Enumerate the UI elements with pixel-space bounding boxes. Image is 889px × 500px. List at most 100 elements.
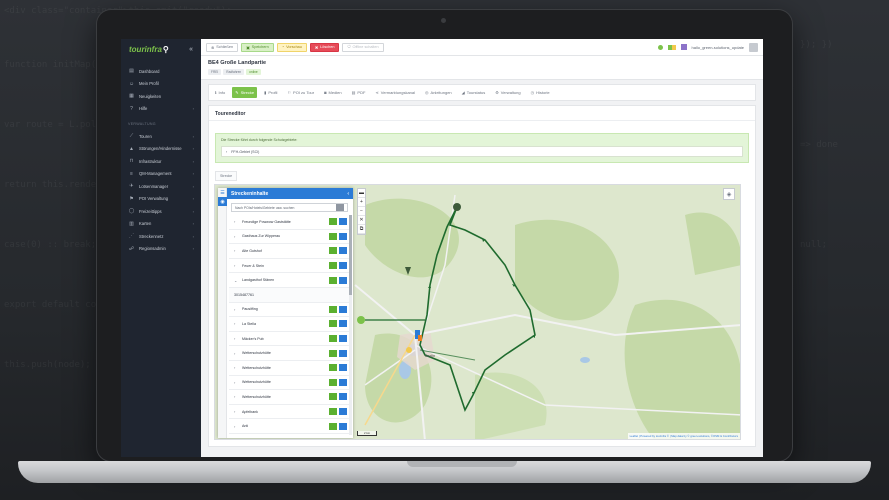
sidebar-item-regionsadmin[interactable]: ☍ Regionsadmin › (121, 243, 201, 256)
app-logo[interactable]: tourinfra ⚲ « (121, 39, 201, 59)
list-item[interactable]: › Wetterschutzhütte (229, 346, 349, 361)
edit-icon[interactable] (329, 320, 337, 328)
tab-profil[interactable]: ▮ Profil (261, 87, 280, 98)
sidebar-item-qm-management[interactable]: ≡ QM-Management › (121, 168, 201, 181)
tab-medien[interactable]: ◙ Medien (321, 87, 345, 98)
chevron-right-icon[interactable]: › (234, 424, 242, 429)
tab-vermarktungskanal[interactable]: ⋖ Vermarktungskanal (372, 87, 418, 98)
collapse-panel-icon[interactable]: ‹ (347, 191, 349, 197)
chevron-right-icon[interactable]: › (234, 380, 242, 385)
sidebar-item-dashboard[interactable]: ▤ Dashboard (121, 65, 201, 78)
chevron-right-icon[interactable]: › (234, 365, 242, 370)
view-icon[interactable] (339, 232, 347, 240)
vorschau-button[interactable]: ◔ Vorschau (276, 42, 307, 52)
view-icon[interactable] (339, 422, 347, 430)
poi-sub-item[interactable]: 3015487761 (229, 287, 349, 303)
tab-tourstatus[interactable]: ◢ Tourstatus (459, 87, 489, 98)
view-icon[interactable] (339, 276, 347, 284)
tab-pdf[interactable]: ▤ PDF (349, 87, 369, 98)
notification-icon[interactable] (657, 44, 663, 50)
view-icon[interactable] (339, 247, 347, 255)
poi-search-input[interactable]: Nach POIs/Hotels/Gebiete usw. suchen (231, 203, 348, 212)
edit-icon[interactable] (329, 305, 337, 313)
cross-icon[interactable]: ✕ (358, 216, 365, 225)
view-icon[interactable] (339, 320, 347, 328)
chevron-right-icon[interactable]: › (234, 219, 242, 224)
list-item[interactable]: › Gasthaus Zur Wipperau (229, 230, 349, 245)
edit-icon[interactable] (329, 335, 337, 343)
protected-area-item[interactable]: › FFH-Gebiet (SCI) (221, 146, 743, 157)
tab-verwaltung[interactable]: ⚙ Verwaltung (492, 87, 523, 98)
edit-icon[interactable] (329, 364, 337, 372)
sidebar-item-neuigkeiten[interactable]: ▦ Neuigkeiten (121, 90, 201, 103)
edit-icon[interactable] (329, 247, 337, 255)
chevron-right-icon[interactable]: › (234, 351, 242, 356)
sidebar-item-hilfe[interactable]: ? Hilfe › (121, 103, 201, 116)
sidebar-item-streckennetz[interactable]: ⋰ Streckennetz › (121, 230, 201, 243)
list-item[interactable]: › Alte Gutshof (229, 244, 349, 259)
list-item[interactable]: › Freundige Powwow Gaststätte (229, 215, 349, 230)
edit-icon[interactable] (329, 218, 337, 226)
list-item[interactable]: ⌄ Landgasthof Stänen (229, 273, 349, 288)
chevron-right-icon[interactable]: › (234, 336, 242, 341)
sidebar-item-touren[interactable]: ⟋ Touren › (121, 130, 201, 143)
tab-anleitungen[interactable]: ◎ Anleitungen (422, 87, 455, 98)
edit-icon[interactable] (329, 349, 337, 357)
edit-icon[interactable] (329, 408, 337, 416)
chevron-down-icon[interactable]: ⌄ (234, 278, 242, 283)
chevron-right-icon[interactable]: › (234, 307, 242, 312)
view-icon[interactable] (339, 364, 347, 372)
sidebar-item-poi-verwaltung[interactable]: ⚑ POI Verwaltung › (121, 193, 201, 206)
chevron-right-icon[interactable]: › (234, 394, 242, 399)
panel-scrollbar[interactable] (349, 215, 352, 435)
edit-icon[interactable] (329, 262, 337, 270)
tab-strecke[interactable]: Strecke (215, 171, 238, 181)
list-item[interactable]: › Feuer & Stein (229, 259, 349, 274)
list-item[interactable]: › Mäcker's Pub (229, 332, 349, 347)
view-icon[interactable] (339, 349, 347, 357)
map-attribution[interactable]: Leaflet | Powered by tourinfra © | Map d… (627, 433, 740, 439)
sidebar-item-st-rungen-hindernisse[interactable]: ▲ Störungen/Hindernisse › (121, 143, 201, 156)
chevron-right-icon[interactable]: › (234, 321, 242, 326)
chevron-right-icon[interactable]: › (234, 248, 242, 253)
edit-icon[interactable] (329, 232, 337, 240)
search-icon[interactable] (336, 204, 344, 211)
zoom-out-button[interactable]: − (358, 207, 365, 216)
edit-icon[interactable] (329, 378, 337, 386)
edit-icon[interactable] (329, 393, 337, 401)
crop-icon[interactable]: ⧉ (358, 225, 365, 234)
schlie-en-button[interactable]: ⊗ Schließen (206, 42, 239, 52)
list-item[interactable]: › Apfelbank (229, 405, 349, 420)
route-map[interactable]: Berlin · ☰ ◉ Streckeninhalte ‹ Nach POIs… (214, 184, 741, 440)
sidebar-item-freizeittipps[interactable]: ◯ Freizeittipps › (121, 205, 201, 218)
sidebar-item-mein-profil[interactable]: ☺ Mein Profil (121, 78, 201, 91)
list-item[interactable]: › Anti (229, 419, 349, 434)
edit-icon[interactable] (329, 422, 337, 430)
fullscreen-icon[interactable]: ▬ (358, 189, 365, 198)
chevron-right-icon[interactable]: › (234, 263, 242, 268)
language-flag-icon[interactable] (667, 44, 676, 50)
layers-icon[interactable]: ◈ (723, 188, 735, 200)
list-item[interactable]: › Wetterschutzhütte (229, 376, 349, 391)
edit-icon[interactable] (329, 276, 337, 284)
eye-icon[interactable]: ◉ (218, 197, 227, 206)
chevron-right-icon[interactable]: › (234, 409, 242, 414)
l-schen-button[interactable]: ✖ Löschen (309, 42, 340, 52)
list-item[interactable]: › La Stella (229, 317, 349, 332)
view-icon[interactable] (339, 218, 347, 226)
view-icon[interactable] (339, 305, 347, 313)
view-icon[interactable] (339, 262, 347, 270)
tab-info[interactable]: ℹ Info (212, 87, 228, 98)
collapse-sidebar-icon[interactable]: « (189, 46, 193, 53)
view-icon[interactable] (339, 393, 347, 401)
tab-historie[interactable]: ◷ Historie (528, 87, 553, 98)
avatar[interactable] (749, 42, 758, 52)
sidebar-item-lotsenmanager[interactable]: ✈ Lotsenmanager › (121, 180, 201, 193)
view-icon[interactable] (339, 335, 347, 343)
list-item[interactable]: › Wetterschutzhütte (229, 390, 349, 405)
tab-poi-zu-tour[interactable]: ⚐ POI zu Tour (284, 87, 317, 98)
speichern-button[interactable]: ▣ Speichern (241, 42, 274, 52)
zoom-in-button[interactable]: + (358, 198, 365, 207)
list-item[interactable]: › Wetterschutzhütte (229, 361, 349, 376)
list-item[interactable]: › Pausitfing (229, 303, 349, 318)
